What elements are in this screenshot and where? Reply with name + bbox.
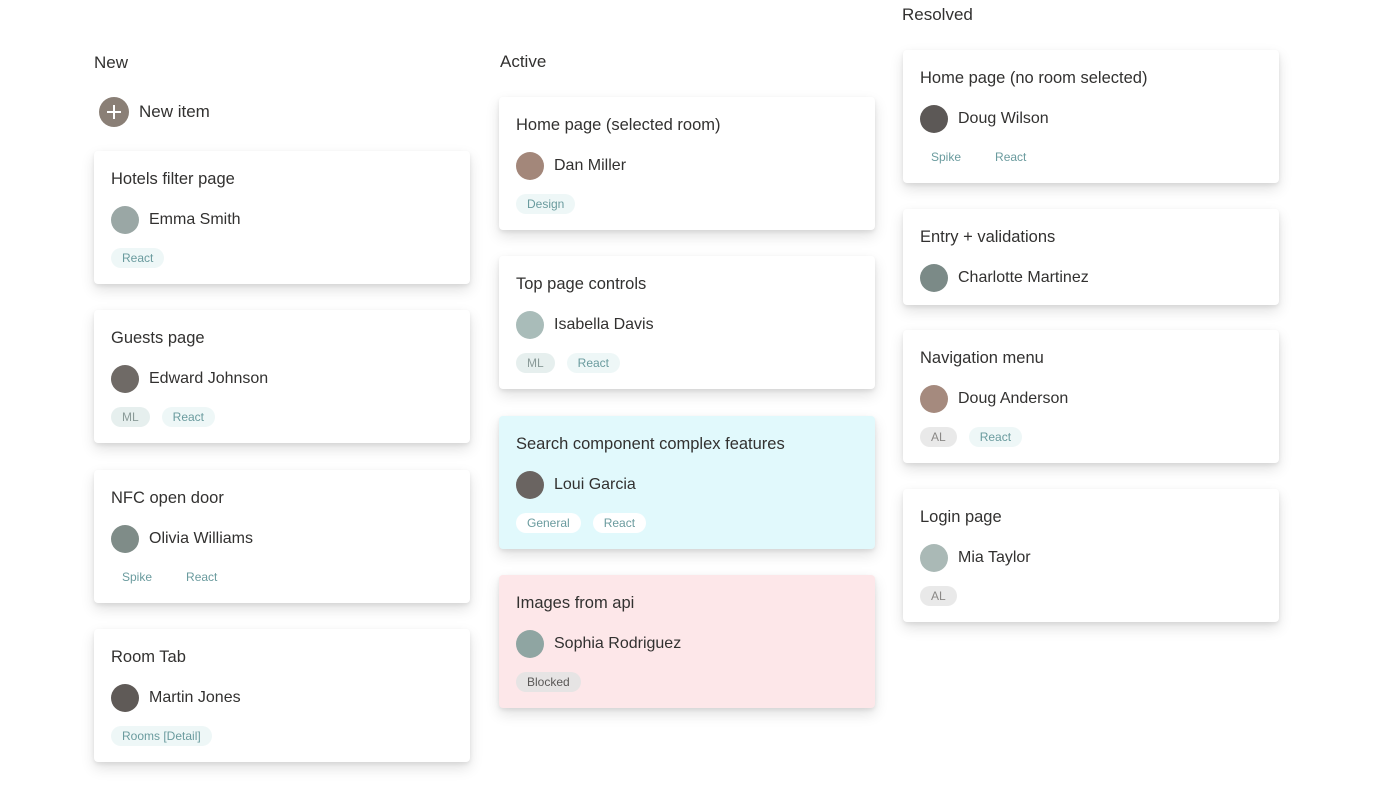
card-login-page[interactable]: Login page Mia Taylor AL: [903, 489, 1279, 622]
assignee: Martin Jones: [111, 684, 453, 712]
assignee: Loui Garcia: [516, 471, 858, 499]
column-title-new: New: [94, 53, 129, 72]
avatar: [111, 365, 139, 393]
card-title: Entry + validations: [920, 228, 1056, 246]
assignee: Mia Taylor: [920, 544, 1262, 572]
card-title: Guests page: [111, 329, 205, 347]
tag: React: [175, 567, 229, 587]
avatar: [516, 311, 544, 339]
blocked-tag: Blocked: [516, 672, 581, 692]
assignee-name: Doug Anderson: [958, 390, 1069, 407]
tag: AL: [920, 586, 957, 606]
card-top-page-controls[interactable]: Top page controls Isabella Davis ML Reac…: [499, 256, 875, 389]
assignee: Edward Johnson: [111, 365, 453, 393]
tag: React: [984, 147, 1038, 167]
card-images-from-api[interactable]: Images from api Sophia Rodriguez Blocked: [499, 575, 875, 708]
assignee-name: Isabella Davis: [554, 316, 654, 333]
card-nfc-open-door[interactable]: NFC open door Olivia Williams Spike Reac…: [94, 470, 470, 603]
avatar: [920, 544, 948, 572]
tag-list: General React: [516, 513, 858, 533]
card-entry-validations[interactable]: Entry + validations Charlotte Martinez: [903, 209, 1279, 305]
new-item-button[interactable]: New item: [99, 97, 210, 127]
assignee: Emma Smith: [111, 206, 453, 234]
tag: Spike: [111, 567, 164, 587]
assignee: Doug Anderson: [920, 385, 1262, 413]
avatar: [920, 105, 948, 133]
assignee: Charlotte Martinez: [920, 264, 1262, 292]
assignee-name: Olivia Williams: [149, 530, 253, 547]
card-title: Search component complex features: [516, 435, 785, 453]
plus-icon: [99, 97, 129, 127]
tag: Design: [516, 194, 576, 214]
tag: React: [161, 407, 216, 427]
avatar: [920, 385, 948, 413]
tag: AL: [920, 427, 957, 447]
avatar: [111, 684, 139, 712]
avatar: [516, 152, 544, 180]
tag-list: React: [111, 248, 453, 268]
tag-list: AL React: [920, 427, 1262, 447]
card-home-page-no-room-selected[interactable]: Home page (no room selected) Doug Wilson…: [903, 50, 1279, 183]
card-title: Hotels filter page: [111, 170, 235, 188]
assignee: Olivia Williams: [111, 525, 453, 553]
tag-list: AL: [920, 586, 1262, 606]
assignee: Isabella Davis: [516, 311, 858, 339]
assignee-name: Charlotte Martinez: [958, 269, 1089, 286]
card-navigation-menu[interactable]: Navigation menu Doug Anderson AL React: [903, 330, 1279, 463]
tag-list: ML React: [111, 407, 453, 427]
card-search-component-complex-features[interactable]: Search component complex features Loui G…: [499, 416, 875, 549]
assignee: Dan Miller: [516, 152, 858, 180]
avatar: [111, 206, 139, 234]
tag: ML: [111, 407, 150, 427]
tag-list: Design: [516, 194, 858, 214]
assignee-name: Loui Garcia: [554, 476, 636, 493]
assignee-name: Doug Wilson: [958, 110, 1049, 127]
tag: React: [968, 427, 1023, 447]
card-guests-page[interactable]: Guests page Edward Johnson ML React: [94, 310, 470, 443]
assignee-name: Emma Smith: [149, 211, 241, 228]
card-home-page-selected-room[interactable]: Home page (selected room) Dan Miller Des…: [499, 97, 875, 230]
card-title: Home page (selected room): [516, 116, 721, 134]
card-title: Images from api: [516, 594, 635, 612]
card-room-tab[interactable]: Room Tab Martin Jones Rooms [Detail]: [94, 629, 470, 762]
tag-list: Blocked: [516, 672, 858, 692]
tag-list: ML React: [516, 353, 858, 373]
assignee: Doug Wilson: [920, 105, 1262, 133]
card-title: NFC open door: [111, 489, 224, 507]
avatar: [516, 630, 544, 658]
assignee-name: Martin Jones: [149, 689, 241, 706]
tag: ML: [516, 353, 555, 373]
column-title-resolved: Resolved: [902, 5, 973, 24]
new-item-label: New item: [139, 102, 210, 121]
avatar: [516, 471, 544, 499]
tag: General: [516, 513, 581, 533]
card-hotels-filter-page[interactable]: Hotels filter page Emma Smith React: [94, 151, 470, 284]
avatar: [920, 264, 948, 292]
assignee: Sophia Rodriguez: [516, 630, 858, 658]
card-title: Top page controls: [516, 275, 647, 293]
avatar: [111, 525, 139, 553]
assignee-name: Mia Taylor: [958, 549, 1031, 566]
card-title: Login page: [920, 508, 1002, 526]
card-title: Room Tab: [111, 648, 186, 666]
tag-list: Spike React: [920, 147, 1262, 167]
column-title-active: Active: [500, 52, 547, 71]
tag: React: [111, 248, 165, 268]
tag: React: [566, 353, 621, 373]
assignee-name: Edward Johnson: [149, 370, 269, 387]
tag: Rooms [Detail]: [111, 726, 212, 746]
tag-list: Rooms [Detail]: [111, 726, 453, 746]
card-title: Home page (no room selected): [920, 69, 1148, 87]
assignee-name: Dan Miller: [554, 157, 627, 174]
tag: React: [592, 513, 647, 533]
assignee-name: Sophia Rodriguez: [554, 635, 682, 652]
tag-list: Spike React: [111, 567, 453, 587]
tag: Spike: [920, 147, 973, 167]
card-title: Navigation menu: [920, 349, 1044, 367]
